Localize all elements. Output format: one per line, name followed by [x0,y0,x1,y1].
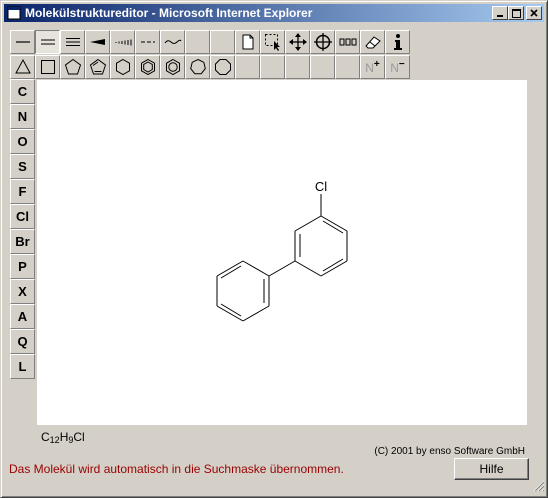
benzene-icon [140,58,155,76]
square-ring-tool[interactable] [35,55,60,79]
wavy-bond-tool[interactable] [160,30,185,54]
ring-b-bond [294,260,322,277]
double-bond-icon [40,39,55,45]
empty-tool-slot[interactable] [235,55,260,79]
ring-a-bond [242,260,270,277]
toolbar-row-1 [10,30,410,54]
element-button-s[interactable]: S [10,154,35,179]
element-button-x[interactable]: X [10,279,35,304]
ie-icon [6,5,22,21]
toolbar-row-2: N+ N− [10,55,410,79]
chain-icon [339,38,356,46]
pentagon-ring-tool[interactable] [60,55,85,79]
aromatic-ring-tool[interactable] [160,55,185,79]
browser-window: Molekülstruktureditor - Microsoft Intern… [0,0,548,498]
minimize-button[interactable] [492,6,508,20]
benzene-ring-tool[interactable] [135,55,160,79]
empty-tool-slot[interactable] [335,55,360,79]
new-document-tool[interactable] [235,30,260,54]
ring-b-bond [320,215,348,232]
single-bond-icon [15,41,30,43]
ring-b-bond [294,215,322,232]
empty-tool-slot[interactable] [210,30,235,54]
maximize-button[interactable] [508,6,524,20]
ring-a-bond [216,260,244,277]
window-title: Molekülstruktureditor - Microsoft Intern… [25,6,313,20]
new-document-icon [242,34,253,50]
help-button[interactable]: Hilfe [454,458,529,480]
molecular-formula: C12H9Cl [41,430,85,445]
element-button-br[interactable]: Br [10,229,35,254]
element-button-o[interactable]: O [10,129,35,154]
resize-grip-icon[interactable] [533,480,545,495]
aromatic-ring-icon [165,58,180,76]
empty-tool-slot[interactable] [285,55,310,79]
wavy-bond-icon [164,39,181,44]
heptagon-icon [189,58,206,75]
dashed-bond-icon [140,41,155,43]
center-tool[interactable] [310,30,335,54]
element-palette: C N O S F Cl Br P X A Q L [10,79,35,379]
cyclopentadiene-icon [89,58,106,75]
molecule-drawing: Cl [216,179,348,322]
element-button-q[interactable]: Q [10,329,35,354]
ring-a-bond [216,305,244,322]
molecule-canvas[interactable]: Cl [37,80,527,425]
ring-a-bond [242,305,270,322]
chlorine-atom-label: Cl [315,179,327,194]
empty-tool-slot[interactable] [260,55,285,79]
square-icon [40,60,55,74]
wedge-bond-icon [89,39,105,45]
single-bond-tool[interactable] [10,30,35,54]
element-button-p[interactable]: P [10,254,35,279]
hexagon-ring-tool[interactable] [110,55,135,79]
triangle-icon [14,58,31,74]
triple-bond-tool[interactable] [60,30,85,54]
dashed-bond-tool[interactable] [135,30,160,54]
element-button-a[interactable]: A [10,304,35,329]
n-plus-label: N+ [365,59,380,75]
heptagon-ring-tool[interactable] [185,55,210,79]
element-button-f[interactable]: F [10,179,35,204]
copyright-text: (C) 2001 by enso Software GmbH [374,446,525,457]
n-minus-tool[interactable]: N− [385,55,410,79]
triangle-ring-tool[interactable] [10,55,35,79]
double-bond-tool[interactable] [35,30,60,54]
close-button[interactable] [526,6,542,20]
element-button-l[interactable]: L [10,354,35,379]
crosshair-icon [313,33,332,51]
wedge-bond-tool[interactable] [85,30,110,54]
pentagon-icon [64,58,81,75]
move-tool[interactable] [285,30,310,54]
element-button-n[interactable]: N [10,104,35,129]
info-icon [393,34,402,50]
triple-bond-icon [65,38,80,46]
element-button-cl[interactable]: Cl [10,204,35,229]
selection-rectangle-icon [264,34,280,51]
empty-tool-slot[interactable] [185,30,210,54]
octagon-icon [214,59,231,75]
element-button-c[interactable]: C [10,79,35,104]
cyclopentadiene-ring-tool[interactable] [85,55,110,79]
hexagon-icon [115,58,130,76]
hash-bond-icon [115,39,131,46]
hash-bond-tool[interactable] [110,30,135,54]
chain-tool[interactable] [335,30,360,54]
eraser-tool[interactable] [360,30,385,54]
select-tool[interactable] [260,30,285,54]
ring-b-bond [320,260,348,277]
info-tool[interactable] [385,30,410,54]
eraser-icon [364,36,381,49]
title-bar: Molekülstruktureditor - Microsoft Intern… [4,4,544,22]
n-plus-tool[interactable]: N+ [360,55,385,79]
octagon-ring-tool[interactable] [210,55,235,79]
status-message: Das Molekül wird automatisch in die Such… [9,462,344,476]
empty-tool-slot[interactable] [310,55,335,79]
biaryl-bond [268,260,296,277]
n-minus-label: N− [390,59,405,75]
move-arrows-icon [288,33,307,51]
